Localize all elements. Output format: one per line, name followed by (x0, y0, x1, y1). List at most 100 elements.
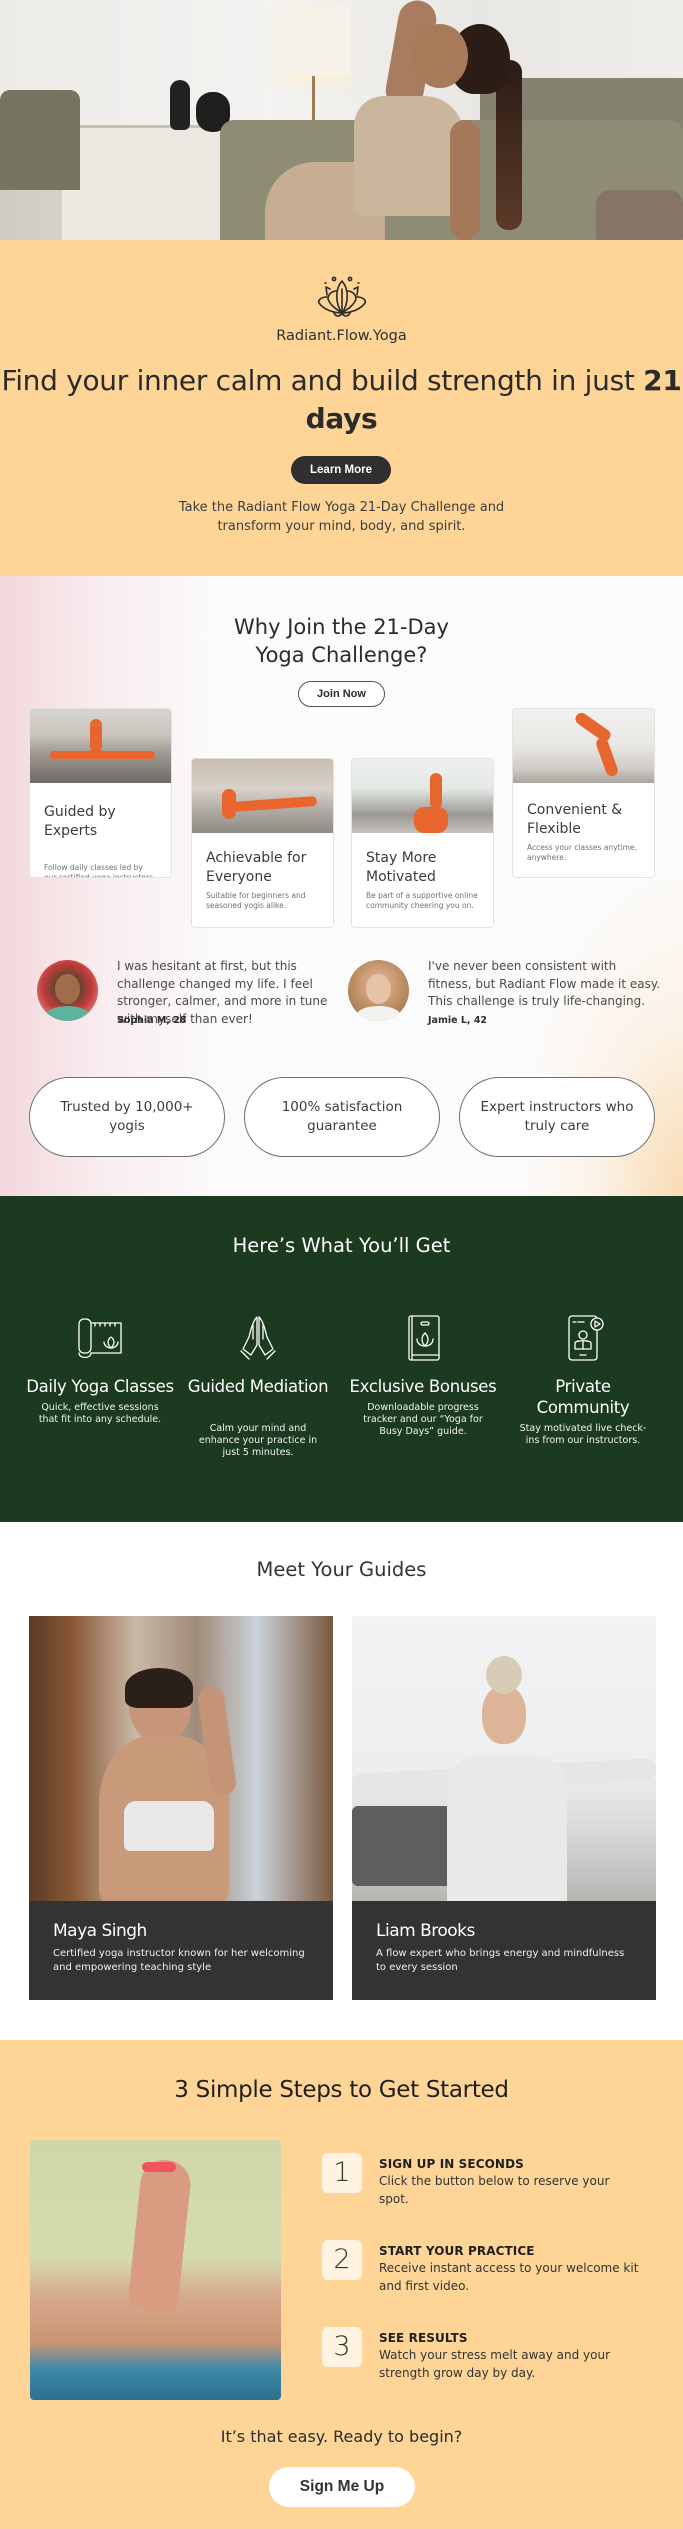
photo-figure (125, 1668, 193, 1708)
hero-chair (0, 90, 80, 190)
step-number: 3 (322, 2327, 362, 2367)
feature-item: Private Community Stay motivated live ch… (508, 1313, 658, 1447)
step-item: 2 START YOUR PRACTICE Receive instant ac… (322, 2240, 662, 2300)
benefit-card-title: Guided by Experts (44, 804, 116, 839)
yoga-mat-icon (78, 1318, 122, 1359)
yoga-figure (573, 710, 613, 744)
ready-prompt: It’s that easy. Ready to begin? (220, 2427, 463, 2446)
step-text: Click the button below to reserve your s… (379, 2174, 610, 2206)
intro-section: Radiant.Flow.Yoga Find your inner calm a… (0, 240, 683, 576)
testimonial-author: Jamie L, 42 (428, 1015, 488, 1026)
hero-lamp-pole (312, 76, 315, 126)
avatar-shirt (356, 1006, 401, 1021)
yoga-figure (90, 719, 102, 753)
benefit-card: Stay More Motivated Be part of a support… (351, 758, 494, 928)
benefit-card-photo (352, 759, 493, 833)
hero-person-head (412, 24, 468, 88)
hero-image (0, 0, 683, 240)
benefit-card: Convenient & Flexible Access your classe… (512, 708, 655, 878)
features-section: Here’s What You’ll Get Daily Yoga Classe… (0, 1196, 683, 1522)
benefit-card-text: Be part of a supportive online community… (366, 891, 478, 910)
feature-item: Guided Mediation Calm your mind and enha… (183, 1313, 333, 1459)
benefit-card-text: Access your classes anytime, anywhere. (527, 843, 637, 862)
lotus-icon (317, 276, 366, 317)
benefit-card-title: Achievable for Everyone (206, 850, 307, 885)
step-title: START YOUR PRACTICE (379, 2244, 535, 2258)
guide-book-icon (408, 1315, 440, 1361)
photo-sofa (352, 1806, 457, 1886)
feature-title: Private Community (536, 1377, 630, 1417)
trust-badge: Expert instructors who truly care (459, 1077, 655, 1157)
benefit-card-title: Convenient & Flexible (527, 802, 623, 837)
yoga-figure (231, 796, 318, 812)
hero-person-arm (450, 120, 480, 240)
benefit-card-photo (513, 709, 654, 783)
hero-person-top (354, 96, 464, 216)
feature-title: Daily Yoga Classes (26, 1377, 174, 1396)
guide-card: Maya Singh Certified yoga instructor kno… (29, 1616, 333, 2000)
benefit-card: Guided by Experts Follow daily classes l… (29, 708, 172, 878)
feature-text: Quick, effective sessions that fit into … (38, 1402, 162, 1425)
hero-vase (170, 80, 190, 130)
sign-me-up-button[interactable]: Sign Me Up (269, 2467, 415, 2507)
step-item: 3 SEE RESULTS Watch your stress melt awa… (322, 2327, 662, 2387)
feature-text: Stay motivated live check-ins from our i… (519, 1423, 647, 1446)
photo-nails (142, 2162, 176, 2172)
benefit-card-text: Follow daily classes led by our certifie… (44, 863, 156, 878)
steps-section: 3 Simple Steps to Get Started 1 SIGN UP … (0, 2040, 683, 2529)
avatar (348, 960, 409, 1021)
photo-figure (482, 1686, 526, 1744)
features-title: Here’s What You’ll Get (232, 1234, 451, 1257)
headline-text: Find your inner calm and build strength … (1, 364, 644, 397)
step-number: 2 (322, 2240, 362, 2280)
learn-more-button[interactable]: Learn More (291, 456, 391, 484)
benefit-card-text: Suitable for beginners and seasoned yogi… (206, 891, 306, 910)
guide-bio: Certified yoga instructor known for her … (53, 1948, 305, 1973)
landing-page: Radiant.Flow.Yoga Find your inner calm a… (0, 0, 683, 2529)
avatar (37, 960, 98, 1021)
guides-section: Meet Your Guides Maya Singh Certified yo… (0, 1522, 683, 2040)
praying-hands-icon (240, 1316, 276, 1360)
join-now-button[interactable]: Join Now (298, 681, 385, 707)
benefit-card: Achievable for Everyone Suitable for beg… (191, 758, 334, 928)
photo-figure (447, 1756, 567, 1901)
testimonial-quote: I've never been consistent with fitness,… (428, 959, 661, 1008)
testimonial: I've never been consistent with fitness,… (348, 958, 660, 1028)
benefit-card-title: Stay More Motivated (366, 850, 437, 885)
yoga-figure (414, 807, 448, 833)
photo-hands (127, 2157, 193, 2313)
yoga-figure (50, 751, 155, 759)
phone-video-icon (568, 1315, 604, 1361)
hero-headline: Find your inner calm and build strength … (0, 362, 683, 438)
steps-title: 3 Simple Steps to Get Started (174, 2077, 509, 2103)
guide-photo (352, 1616, 656, 1901)
guide-name: Liam Brooks (376, 1921, 475, 1941)
yoga-figure (594, 736, 620, 778)
guide-photo (29, 1616, 333, 1901)
guide-bio: A flow expert who brings energy and mind… (376, 1948, 625, 1973)
hero-lamp (278, 6, 350, 76)
step-text: Receive instant access to your welcome k… (379, 2261, 639, 2293)
benefit-card-photo (192, 759, 333, 833)
trust-badge: 100% satisfaction guarantee (244, 1077, 440, 1157)
feature-item: Exclusive Bonuses Downloadable progress … (348, 1313, 498, 1438)
yoga-figure (430, 773, 442, 809)
feature-text: Calm your mind and enhance your practice… (198, 1423, 318, 1458)
photo-figure (124, 1801, 214, 1851)
feature-text: Downloadable progress tracker and our “Y… (363, 1402, 483, 1437)
guide-caption: Liam Brooks A flow expert who brings ene… (352, 1901, 656, 1974)
avatar-face (366, 974, 391, 1004)
subtext: Take the Radiant Flow Yoga 21-Day Challe… (178, 500, 505, 534)
benefit-card-photo (30, 709, 171, 783)
step-title: SEE RESULTS (379, 2331, 468, 2345)
feature-title: Guided Mediation (187, 1377, 329, 1396)
trust-badge: Trusted by 10,000+ yogis (29, 1077, 225, 1157)
step-text: Watch your stress melt away and your str… (379, 2348, 611, 2380)
guide-name: Maya Singh (53, 1921, 147, 1941)
avatar-face (55, 974, 80, 1004)
why-join-title: Why Join the 21-Day Yoga Challenge? (0, 613, 683, 669)
step-item: 1 SIGN UP IN SECONDS Click the button be… (322, 2153, 662, 2213)
step-number: 1 (322, 2153, 362, 2193)
photo-figure (486, 1656, 522, 1694)
intro-subtext: Take the Radiant Flow Yoga 21-Day Challe… (0, 498, 683, 536)
